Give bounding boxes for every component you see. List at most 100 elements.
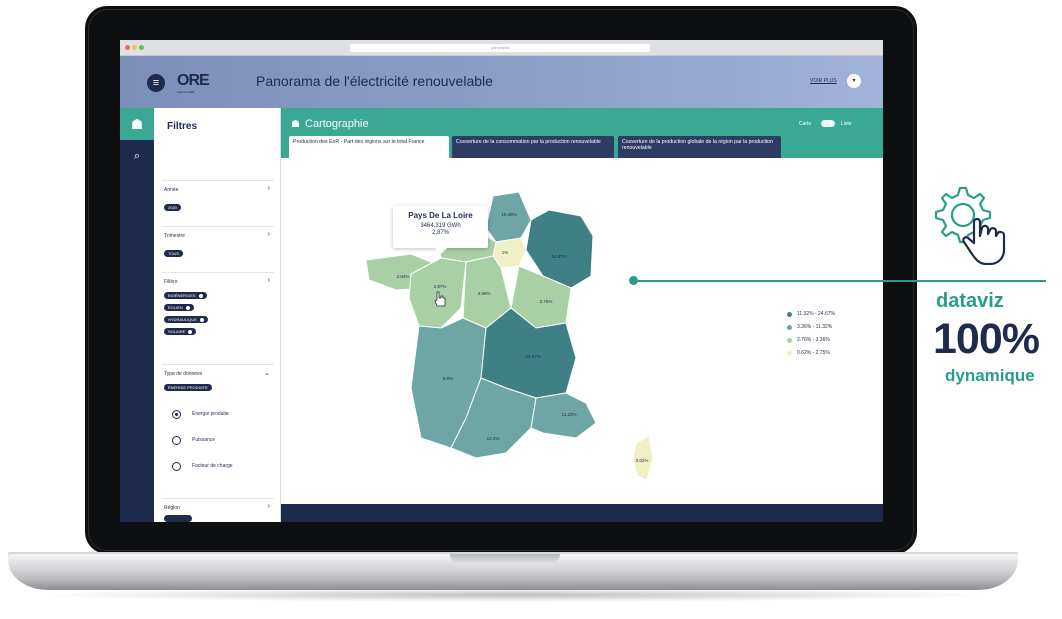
radio-label: Facteur de charge (192, 463, 233, 469)
cartography-bar: ☗ Cartographie Carte Liste Production de… (281, 108, 883, 158)
hamburger-menu-icon[interactable]: ≡ (147, 74, 165, 92)
legend-label: 11.32% - 24.67% (797, 311, 835, 317)
home-icon: ☗ (291, 119, 300, 130)
callout-line3: dynamique (945, 366, 1035, 385)
laptop-shadow (30, 588, 1000, 602)
chip-filiere[interactable]: HYDRAULIQUE (164, 316, 208, 323)
filters-panel: Filtres Année › 2020 Trimestre › TOUS Fi… (154, 108, 281, 522)
chevron-right-icon[interactable]: › (268, 185, 270, 192)
home-icon[interactable]: ☗ (120, 108, 154, 140)
filter-label: Région (164, 505, 180, 511)
tooltip-region: Pays De La Loire (408, 211, 473, 220)
view-toggle[interactable] (821, 120, 835, 127)
filter-region[interactable]: Région › (162, 498, 274, 522)
filter-annee[interactable]: Année › 2020 (162, 180, 274, 226)
gear-hand-icon (934, 186, 1006, 265)
france-map: 10.48% 1% 14.87% 2.84% 2.87% 3.96% 2.76%… (365, 191, 654, 481)
chip-filiere[interactable]: BIOÉNERGIES (164, 292, 207, 299)
region-value-label: 0.62% (636, 458, 649, 463)
region-value-label: 3.96% (478, 291, 491, 296)
chevron-right-icon[interactable]: › (268, 277, 270, 284)
filters-title: Filtres (167, 121, 198, 132)
legend-label: 0.62% - 2.75% (797, 350, 830, 356)
chip-trimestre[interactable]: TOUS (164, 250, 184, 257)
bottom-bar (281, 504, 883, 522)
main-panel: ☗ Cartographie Carte Liste Production de… (281, 108, 883, 522)
region-value-label: 11.22% (562, 412, 577, 417)
chip-annee[interactable]: 2020 (164, 204, 181, 211)
icon-rail: ☗ ⌕ (120, 108, 154, 522)
chip-label: SOLAIRE (168, 329, 186, 334)
radio-label: Puissance (192, 437, 216, 443)
remove-chip-icon[interactable] (188, 329, 193, 334)
app-title: Panorama de l'électricité renouvelable (256, 73, 493, 89)
logo-text: ORE (177, 72, 210, 89)
filter-label: Trimestre (164, 233, 185, 239)
laptop-notch (450, 554, 560, 564)
chevron-right-icon[interactable]: › (268, 503, 270, 510)
filter-label: Type de données (164, 371, 203, 377)
region-value-label: 2.87% (434, 284, 447, 289)
app-header: ≡ ORE Agence ORE Panorama de l'électrici… (120, 56, 883, 108)
chip-filiere[interactable]: SOLAIRE (164, 328, 197, 335)
map-area: 10.48% 1% 14.87% 2.84% 2.87% 3.96% 2.76%… (281, 158, 883, 504)
browser-bar: panorama (120, 40, 883, 56)
legend-label: 3.36% - 11.32% (797, 324, 833, 330)
region-value-label: 2.76% (540, 299, 553, 304)
radio-label: Énergie produite (192, 411, 229, 417)
callout-line2: 100% (933, 315, 1040, 363)
search-icon[interactable]: ⌕ (120, 144, 154, 168)
chevron-right-icon[interactable]: › (268, 231, 270, 238)
filter-label: Filière (164, 279, 178, 285)
tab-couverture-production[interactable]: Couverture de la production globale de l… (618, 136, 781, 158)
tab-couverture-consommation[interactable]: Couverture de la consommation par la pro… (452, 136, 614, 158)
radio-button[interactable] (172, 410, 181, 419)
tab-production[interactable]: Production des EnR - Part des régions su… (289, 136, 449, 158)
chip-label: BIOÉNERGIES (168, 293, 196, 298)
region-value-label: 24.67% (525, 354, 540, 359)
legend-swatch (787, 325, 792, 330)
filter-trimestre[interactable]: Trimestre › TOUS (162, 226, 274, 272)
header-link[interactable]: VOIR PLUS (810, 78, 837, 84)
tooltip-share: 2.87% (431, 230, 449, 236)
legend-label: 2.76% - 3.36% (797, 337, 830, 343)
chip-region[interactable] (164, 515, 192, 522)
region-value-label: 1% (502, 250, 509, 255)
region-value-label: 14.87% (551, 254, 566, 259)
chip-type[interactable]: ÉNERGIE PRODUITE (164, 384, 212, 391)
radio-button[interactable] (172, 462, 181, 471)
address-bar[interactable]: panorama (350, 44, 650, 52)
user-menu-icon[interactable]: ▾ (847, 74, 861, 88)
remove-chip-icon[interactable] (199, 317, 204, 322)
minimize-window-icon[interactable] (132, 45, 137, 50)
region-value-label: 10.48% (501, 212, 516, 217)
radio-button[interactable] (172, 436, 181, 445)
region-tooltip: Pays De La Loire 3464,319 GWh 2.87% (393, 206, 488, 254)
legend-swatch (787, 338, 792, 343)
region-hauts-de-france[interactable] (485, 191, 532, 243)
remove-chip-icon[interactable] (185, 305, 190, 310)
region-value-label: 9.0% (443, 376, 453, 381)
toggle-label-carte[interactable]: Carte (799, 121, 811, 127)
legend-swatch (787, 312, 792, 317)
callout-dot (629, 276, 638, 285)
toggle-label-liste[interactable]: Liste (841, 121, 852, 127)
callout-line1: dataviz (936, 290, 1004, 312)
region-value-label: 14.2% (487, 436, 500, 441)
chip-label: HYDRAULIQUE (168, 317, 197, 322)
remove-chip-icon[interactable] (198, 293, 203, 298)
ore-logo[interactable]: ORE Agence ORE (177, 70, 211, 96)
filter-label: Année (164, 187, 179, 193)
section-title: Cartographie (305, 118, 369, 130)
maximize-window-icon[interactable] (139, 45, 144, 50)
close-window-icon[interactable] (125, 45, 130, 50)
region-value-label: 2.84% (397, 274, 410, 279)
tooltip-value: 3464,319 GWh (420, 223, 461, 229)
chip-label: ÉOLIEN (168, 305, 183, 310)
filter-filiere[interactable]: Filière › BIOÉNERGIES ÉOLIEN HYDRAULIQUE… (162, 272, 274, 364)
filter-type-donnees[interactable]: Type de données ⌄ ÉNERGIE PRODUITE Énerg… (162, 364, 274, 494)
chip-filiere[interactable]: ÉOLIEN (164, 304, 194, 311)
logo-subtitle: Agence ORE (177, 90, 195, 94)
callout-connector (633, 280, 1046, 282)
chevron-down-icon[interactable]: ⌄ (264, 369, 270, 377)
